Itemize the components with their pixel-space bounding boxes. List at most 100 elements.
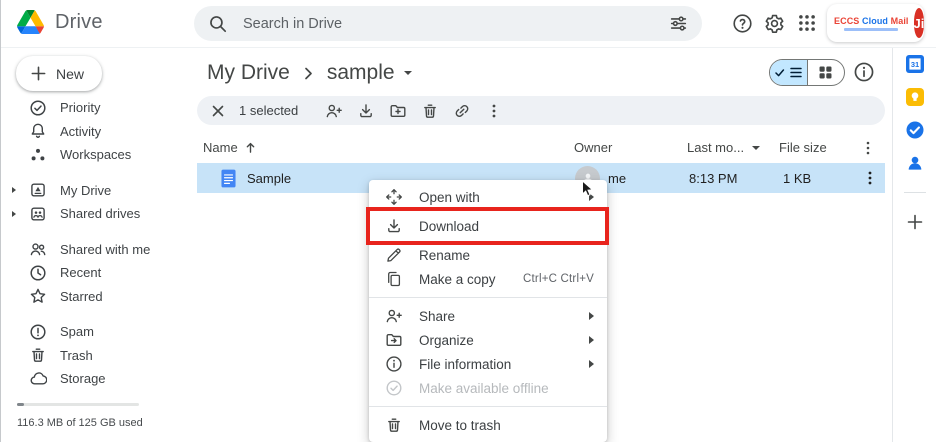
user-avatar[interactable]: Ji: [914, 8, 925, 38]
new-button-label: New: [56, 66, 84, 82]
open-with-icon: [385, 188, 403, 206]
search-icon: [208, 14, 227, 33]
grid-view-button[interactable]: [807, 60, 845, 85]
google-tasks-icon[interactable]: [905, 120, 925, 140]
clear-selection-icon[interactable]: [209, 102, 227, 120]
expand-caret-icon[interactable]: [12, 187, 16, 193]
column-header-name[interactable]: Name: [203, 140, 257, 155]
search-options-icon[interactable]: [669, 14, 688, 33]
more-actions-icon[interactable]: [485, 102, 503, 120]
table-settings-icon[interactable]: [859, 139, 877, 157]
file-name: Sample: [247, 163, 291, 193]
sidebar-item-starred[interactable]: Starred: [1, 285, 183, 309]
org-logo-title: ECCS Cloud Mail: [834, 16, 909, 26]
sidebar-item-activity[interactable]: Activity: [1, 120, 183, 144]
sidebar-item-shared-drives[interactable]: Shared drives: [1, 202, 183, 226]
menu-item-make-available-offline: Make available offline: [369, 376, 607, 400]
search-placeholder: Search in Drive: [243, 16, 669, 32]
trash-icon[interactable]: [421, 102, 439, 120]
keyboard-shortcut: Ctrl+C Ctrl+V: [523, 273, 594, 285]
sidebar-item-shared-with-me[interactable]: Shared with me: [1, 238, 183, 262]
file-last-modified: 8:13 PM: [689, 163, 737, 193]
download-icon[interactable]: [357, 102, 375, 120]
org-logo-tagline: [844, 28, 898, 31]
settings-gear-icon[interactable]: [762, 11, 786, 35]
google-contacts-icon[interactable]: [905, 153, 925, 173]
sidebar-nav: Priority Activity Workspaces: [1, 96, 183, 391]
menu-item-share[interactable]: Share: [369, 304, 607, 328]
column-header-owner[interactable]: Owner: [574, 140, 612, 155]
submenu-arrow-icon: [589, 360, 594, 368]
file-table-header: Name Owner Last mo... File size: [197, 137, 885, 161]
breadcrumb-my-drive[interactable]: My Drive: [201, 60, 296, 86]
expand-caret-icon[interactable]: [12, 211, 16, 217]
menu-item-rename[interactable]: Rename: [369, 243, 607, 267]
menu-item-organize[interactable]: Organize: [369, 328, 607, 352]
people-icon: [29, 240, 47, 258]
move-to-folder-icon[interactable]: [389, 102, 407, 120]
submenu-arrow-icon: [589, 193, 594, 201]
panel-divider: [904, 192, 926, 193]
row-more-actions-icon[interactable]: [855, 163, 885, 193]
submenu-arrow-icon: [589, 336, 594, 344]
add-panel-app-icon[interactable]: [906, 213, 924, 231]
storage-usage-text: 116.3 MB of 125 GB used: [17, 417, 143, 429]
context-menu: Open with Download Rename Make a copy Ct…: [369, 180, 607, 442]
sidebar-item-priority[interactable]: Priority: [1, 96, 183, 120]
drive-logo-icon: [17, 10, 44, 34]
sidebar-item-trash[interactable]: Trash: [1, 344, 183, 368]
drive-logo[interactable]: Drive: [17, 10, 103, 34]
left-sidebar: New Priority Activity Workspaces: [1, 47, 183, 442]
priority-check-circle-icon: [29, 99, 47, 117]
column-header-last-modified[interactable]: Last mo...: [687, 140, 760, 155]
sidebar-item-my-drive[interactable]: My Drive: [1, 179, 183, 203]
sidebar-item-workspaces[interactable]: Workspaces: [1, 143, 183, 167]
selected-count: 1 selected: [239, 103, 298, 118]
google-apps-grid-icon[interactable]: [795, 11, 819, 35]
star-icon: [29, 287, 47, 305]
account-badge[interactable]: ECCS Cloud Mail Ji: [827, 4, 924, 42]
breadcrumb: My Drive sample: [201, 58, 418, 88]
org-logo: ECCS Cloud Mail: [834, 16, 909, 31]
copy-icon: [385, 270, 403, 288]
share-person-add-icon[interactable]: [325, 102, 343, 120]
shared-drives-icon: [29, 205, 47, 223]
folder-menu-caret-icon: [404, 71, 412, 75]
google-keep-icon[interactable]: [905, 87, 925, 107]
app-title: Drive: [55, 11, 103, 34]
share-person-add-icon: [385, 307, 403, 325]
workspaces-icon: [29, 146, 47, 164]
menu-item-open-with[interactable]: Open with: [369, 185, 607, 209]
side-panel: 31: [892, 47, 936, 442]
details-info-icon[interactable]: [853, 61, 875, 83]
column-header-file-size[interactable]: File size: [779, 140, 827, 155]
sidebar-item-spam[interactable]: Spam: [1, 320, 183, 344]
storage-progress-fill: [17, 403, 24, 406]
sidebar-item-recent[interactable]: Recent: [1, 261, 183, 285]
menu-item-file-information[interactable]: File information: [369, 352, 607, 376]
plus-icon: [30, 65, 47, 82]
menu-divider: [369, 297, 607, 298]
sidebar-item-storage[interactable]: Storage: [1, 367, 183, 391]
new-button[interactable]: New: [16, 56, 102, 91]
search-input[interactable]: Search in Drive: [194, 6, 702, 41]
breadcrumb-current-folder[interactable]: sample: [321, 60, 418, 86]
google-drive-window: Drive Search in Drive: [0, 0, 936, 442]
menu-item-download[interactable]: Download: [369, 214, 607, 238]
menu-item-make-a-copy[interactable]: Make a copy Ctrl+C Ctrl+V: [369, 267, 607, 291]
view-toggle: [769, 59, 845, 86]
pencil-icon: [385, 246, 403, 264]
menu-item-move-to-trash[interactable]: Move to trash: [369, 413, 607, 437]
help-icon[interactable]: [730, 11, 754, 35]
file-size: 1 KB: [783, 163, 811, 193]
get-link-icon[interactable]: [453, 102, 471, 120]
list-view-button[interactable]: [770, 60, 807, 85]
storage-progress-bar: [17, 403, 139, 406]
menu-divider: [369, 406, 607, 407]
top-header: Drive Search in Drive: [1, 0, 936, 48]
bell-icon: [29, 122, 47, 140]
trash-icon: [29, 346, 47, 364]
google-calendar-icon[interactable]: 31: [905, 54, 925, 74]
my-drive-icon: [29, 181, 47, 199]
column-menu-caret-icon: [752, 146, 760, 150]
